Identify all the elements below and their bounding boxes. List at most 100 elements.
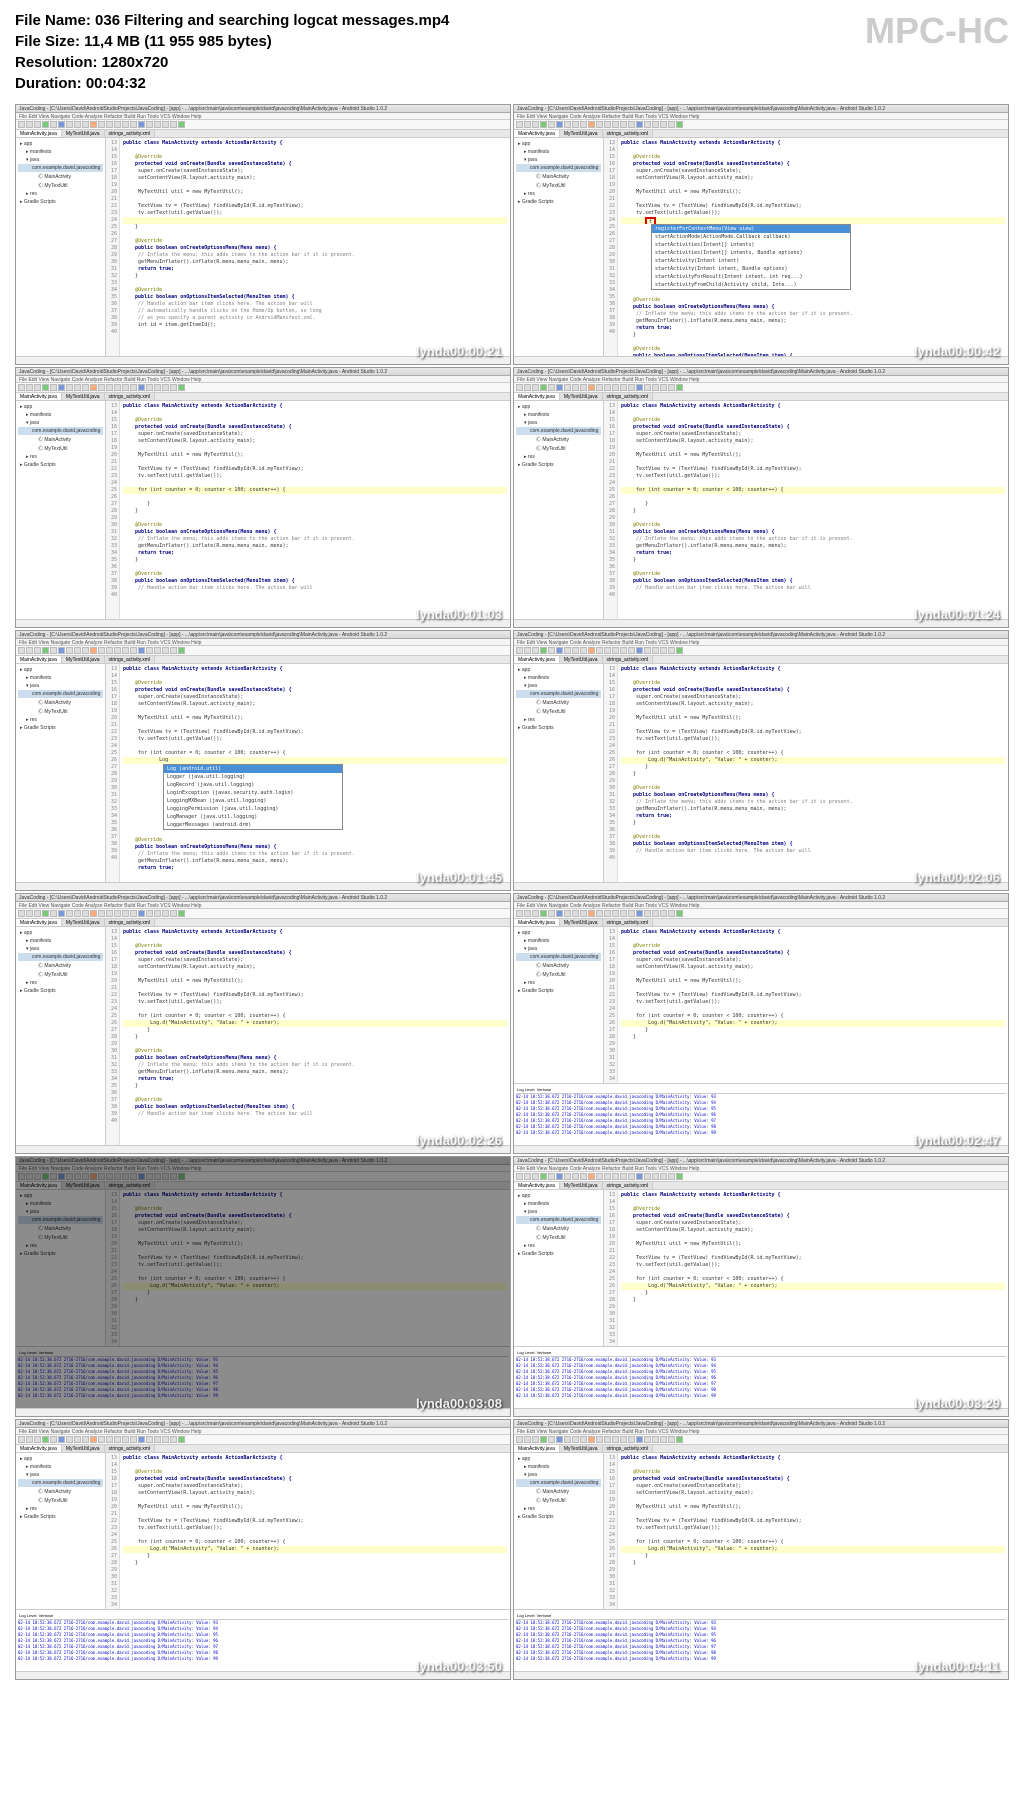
toolbar-icon[interactable] [532, 1436, 539, 1443]
editor-tabs[interactable]: MainActivity.javaMyTextUtil.javastrings_… [16, 656, 510, 664]
toolbar-icon[interactable] [612, 121, 619, 128]
tree-item[interactable]: Ⓒ MyTextUtil [18, 970, 103, 979]
toolbar-icon[interactable] [636, 910, 643, 917]
toolbar-icon[interactable] [620, 1436, 627, 1443]
toolbar-icon[interactable] [524, 121, 531, 128]
tree-item[interactable]: ▸ res [18, 1505, 103, 1513]
toolbar-icon[interactable] [620, 384, 627, 391]
toolbar-icon[interactable] [556, 647, 563, 654]
toolbar-icon[interactable] [668, 1173, 675, 1180]
toolbar-icon[interactable] [572, 647, 579, 654]
code-area[interactable]: public class MainActivity extends Action… [618, 138, 1008, 364]
ide-toolbar[interactable] [16, 909, 510, 919]
toolbar-icon[interactable] [612, 1173, 619, 1180]
menu-bar[interactable]: File Edit View Navigate Code Analyze Ref… [514, 1428, 1008, 1435]
ide-toolbar[interactable] [514, 383, 1008, 393]
project-tree[interactable]: ▸ app▸ manifests▾ javacom.example.david.… [514, 138, 604, 364]
toolbar-icon[interactable] [524, 1436, 531, 1443]
toolbar-icon[interactable] [644, 910, 651, 917]
toolbar-icon[interactable] [564, 384, 571, 391]
tree-item[interactable]: ▸ Gradle Scripts [18, 724, 103, 732]
toolbar-icon[interactable] [676, 1173, 683, 1180]
toolbar-icon[interactable] [660, 1436, 667, 1443]
tree-root[interactable]: ▸ app [516, 1455, 601, 1463]
toolbar-icon[interactable] [98, 1436, 105, 1443]
toolbar-icon[interactable] [620, 1173, 627, 1180]
toolbar-icon[interactable] [26, 384, 33, 391]
toolbar-icon[interactable] [580, 384, 587, 391]
tree-item[interactable]: Ⓒ MyTextUtil [516, 970, 601, 979]
tree-item[interactable]: Ⓒ MainActivity [18, 435, 103, 444]
autocomplete-item[interactable]: startActivities(Intent[] intents, Bundle… [652, 249, 850, 257]
toolbar-icon[interactable] [26, 647, 33, 654]
toolbar-icon[interactable] [604, 1436, 611, 1443]
toolbar-icon[interactable] [66, 647, 73, 654]
toolbar-icon[interactable] [596, 647, 603, 654]
toolbar-icon[interactable] [644, 647, 651, 654]
toolbar-icon[interactable] [628, 384, 635, 391]
toolbar-icon[interactable] [660, 121, 667, 128]
ide-toolbar[interactable] [514, 1172, 1008, 1182]
autocomplete-item[interactable]: Logger (java.util.logging) [164, 773, 342, 781]
code-area[interactable]: public class MainActivity extends Action… [618, 664, 1008, 890]
tree-item[interactable]: com.example.david.javacoding [516, 1479, 601, 1487]
tree-item[interactable]: Ⓒ MyTextUtil [516, 444, 601, 453]
toolbar-icon[interactable] [596, 121, 603, 128]
toolbar-icon[interactable] [130, 1436, 137, 1443]
toolbar-icon[interactable] [162, 1436, 169, 1443]
project-tree[interactable]: ▸ app▸ manifests▾ javacom.example.david.… [16, 401, 106, 627]
toolbar-icon[interactable] [162, 384, 169, 391]
tree-item[interactable]: Ⓒ MainActivity [516, 435, 601, 444]
autocomplete-item[interactable]: LoggingPermission (java.util.logging) [164, 805, 342, 813]
code-area[interactable]: public class MainActivity extends Action… [120, 927, 510, 1153]
toolbar-icon[interactable] [98, 121, 105, 128]
tree-item[interactable]: com.example.david.javacoding [18, 953, 103, 961]
toolbar-icon[interactable] [90, 910, 97, 917]
tree-item[interactable]: com.example.david.javacoding [516, 1216, 601, 1224]
tree-root[interactable]: ▸ app [516, 140, 601, 148]
code-area[interactable]: public class MainActivity extends Action… [120, 1453, 510, 1609]
toolbar-icon[interactable] [540, 1436, 547, 1443]
editor-tab[interactable]: MyTextUtil.java [62, 656, 105, 663]
tree-root[interactable]: ▸ app [18, 929, 103, 937]
toolbar-icon[interactable] [660, 910, 667, 917]
toolbar-icon[interactable] [540, 384, 547, 391]
autocomplete-item[interactable]: LoginException (javax.security.auth.logi… [164, 789, 342, 797]
ide-toolbar[interactable] [514, 1435, 1008, 1445]
toolbar-icon[interactable] [42, 910, 49, 917]
toolbar-icon[interactable] [122, 1436, 129, 1443]
toolbar-icon[interactable] [114, 647, 121, 654]
toolbar-icon[interactable] [516, 1436, 523, 1443]
toolbar-icon[interactable] [612, 910, 619, 917]
toolbar-icon[interactable] [34, 647, 41, 654]
toolbar-icon[interactable] [644, 384, 651, 391]
editor-tab[interactable]: MyTextUtil.java [560, 919, 603, 926]
toolbar-icon[interactable] [50, 647, 57, 654]
tree-item[interactable]: Ⓒ MyTextUtil [516, 1496, 601, 1505]
editor-tab[interactable]: MainActivity.java [514, 130, 560, 137]
editor[interactable]: 1314151617181920212223242526272829303132… [106, 401, 510, 627]
toolbar-icon[interactable] [66, 384, 73, 391]
project-tree[interactable]: ▸ app▸ manifests▾ javacom.example.david.… [514, 1190, 604, 1346]
toolbar-icon[interactable] [532, 121, 539, 128]
tree-item[interactable]: ▸ manifests [516, 148, 601, 156]
toolbar-icon[interactable] [556, 910, 563, 917]
toolbar-icon[interactable] [652, 384, 659, 391]
toolbar-icon[interactable] [588, 1173, 595, 1180]
editor-tabs[interactable]: MainActivity.javaMyTextUtil.javastrings_… [16, 130, 510, 138]
toolbar-icon[interactable] [50, 121, 57, 128]
tree-item[interactable]: ▸ res [18, 979, 103, 987]
editor-tabs[interactable]: MainActivity.javaMyTextUtil.javastrings_… [16, 1445, 510, 1453]
tree-item[interactable]: Ⓒ MainActivity [516, 1224, 601, 1233]
editor-tab[interactable]: strings_activity.xml [603, 919, 654, 926]
toolbar-icon[interactable] [34, 384, 41, 391]
toolbar-icon[interactable] [82, 384, 89, 391]
toolbar-icon[interactable] [652, 647, 659, 654]
toolbar-icon[interactable] [668, 1436, 675, 1443]
tree-item[interactable]: ▸ Gradle Scripts [18, 1513, 103, 1521]
toolbar-icon[interactable] [652, 1436, 659, 1443]
toolbar-icon[interactable] [82, 1436, 89, 1443]
toolbar-icon[interactable] [532, 910, 539, 917]
toolbar-icon[interactable] [580, 121, 587, 128]
editor-tab[interactable]: MainActivity.java [514, 919, 560, 926]
